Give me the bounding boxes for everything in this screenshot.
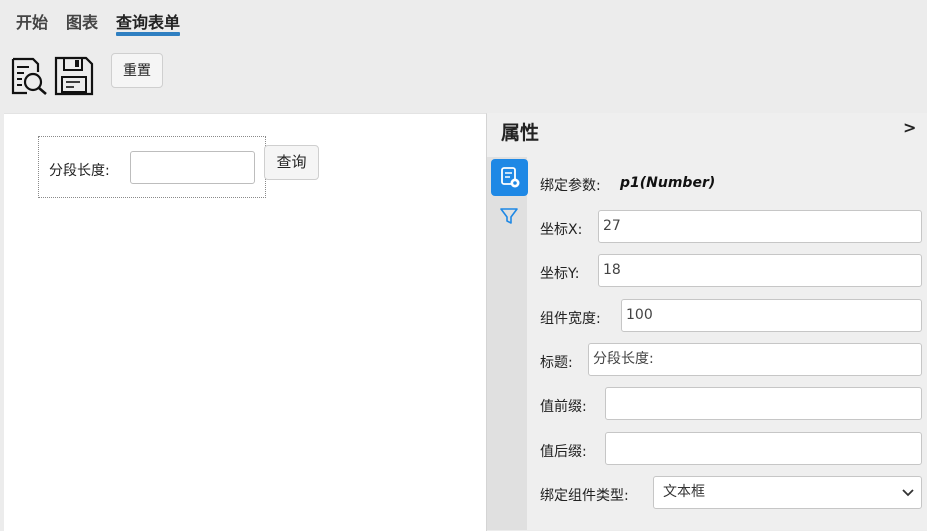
title-label: 标题: [540,355,573,371]
tab-query-form[interactable]: 查询表单 [116,9,180,33]
segment-length-input[interactable] [130,151,255,184]
y-input[interactable]: 18 [598,254,922,287]
width-input[interactable]: 100 [621,299,922,332]
property-panel: 属性 > 绑定参数: p1(Number) 坐标X: 27 坐标Y: 18 组件… [487,113,927,530]
save-icon[interactable] [54,56,94,96]
component-type-select[interactable]: 文本框 [653,476,922,509]
prefix-label: 值前缀: [540,399,587,415]
reset-button[interactable]: 重置 [111,53,163,88]
params-tab[interactable] [491,159,528,196]
menu-bar: 开始 图表 查询表单 [0,0,927,40]
x-label: 坐标X: [540,222,583,238]
params-icon [501,167,520,188]
component-type-label: 绑定组件类型: [540,488,629,504]
search-document-icon[interactable] [9,56,49,96]
query-button[interactable]: 查询 [264,145,319,180]
active-tab-underline [116,32,180,36]
suffix-label: 值后缀: [540,444,587,460]
bind-param-label: 绑定参数: [540,178,601,194]
tab-chart[interactable]: 图表 [66,9,98,33]
title-input[interactable]: 分段长度: [588,343,922,376]
panel-title: 属性 [501,122,540,144]
suffix-input[interactable] [605,432,922,465]
x-input[interactable]: 27 [598,210,922,243]
width-label: 组件宽度: [540,311,601,327]
component-type-value: 文本框 [663,484,705,500]
collapse-panel-button[interactable]: > [903,118,916,137]
widget-label: 分段长度: [49,163,110,179]
tab-start[interactable]: 开始 [16,9,48,33]
chevron-down-icon [902,489,914,497]
filter-icon[interactable] [499,206,519,226]
y-label: 坐标Y: [540,266,580,282]
design-canvas[interactable]: 分段长度: 查询 [4,113,487,531]
bind-param-value: p1(Number) [620,175,716,191]
prefix-input[interactable] [605,387,922,420]
